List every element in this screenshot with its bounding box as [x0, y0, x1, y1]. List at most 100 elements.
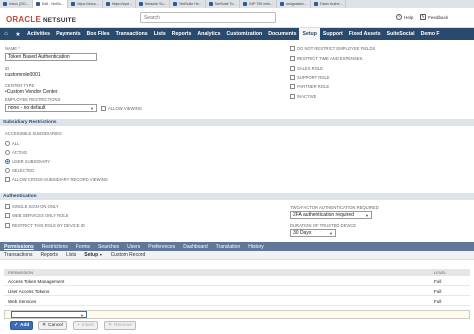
record-subtabs: Permissions Restrictions Forms Searches … [0, 242, 474, 251]
nav-suitesocial[interactable]: SuiteSocial [384, 28, 418, 40]
id-label: ID [5, 66, 10, 71]
nav-analytics[interactable]: Analytics [194, 28, 223, 40]
restrict-role-by-device-checkbox[interactable]: RESTRICT THIS ROLE BY DEVICE ID [5, 223, 85, 228]
favicon-icon [35, 2, 40, 6]
browser-tab[interactable]: NetSuite To... [206, 0, 241, 8]
nav-activities[interactable]: Activities [24, 28, 53, 40]
tab-transactions[interactable]: Transactions [0, 252, 36, 258]
do-not-restrict-employee-fields-checkbox[interactable]: DO NOT RESTRICT EMPLOYEE FIELDS [290, 46, 375, 51]
browser-tab[interactable]: Edit - NetSu... [32, 0, 69, 8]
browser-tab[interactable]: Netsuite Su... [136, 0, 171, 8]
nav-support[interactable]: Support [320, 28, 346, 40]
table-row[interactable]: User Access Tokens Full [4, 287, 470, 296]
subsidiary-option-selected[interactable]: SELECTED [5, 168, 34, 173]
subsidiary-option-user-subsidiary[interactable]: USER SUBSIDIARY [5, 159, 50, 164]
tab-dashboard[interactable]: Dashboard [179, 244, 211, 250]
subsidiary-option-all[interactable]: ALL [5, 141, 19, 146]
id-value: customrole0001 [5, 72, 41, 78]
column-header-level: LEVEL [434, 270, 447, 275]
browser-tab[interactable]: resignation... [277, 0, 311, 8]
tab-forms[interactable]: Forms [72, 244, 94, 250]
nav-documents[interactable]: Documents [265, 28, 299, 40]
nav-customization[interactable]: Customization [223, 28, 265, 40]
name-label: NAME * [5, 46, 20, 51]
tab-setup[interactable]: Setup ▼ [80, 252, 106, 258]
two-factor-label: TWO-FACTOR AUTHENTICATION REQUIRED [290, 205, 379, 210]
tab-custom-record[interactable]: Custom Record [107, 252, 150, 258]
center-type-value: •Custom Vendor Center [5, 89, 58, 95]
add-button[interactable]: ✓ Add [10, 321, 34, 330]
nav-box-files[interactable]: Box Files [84, 28, 113, 40]
favicon-icon [173, 2, 178, 6]
remove-button[interactable]: ✕ Remove [104, 321, 136, 330]
tab-lists[interactable]: Lists [62, 252, 80, 258]
restrict-time-expenses-checkbox[interactable]: RESTRICT TIME AND EXPENSES [290, 56, 362, 61]
employee-restrictions-select[interactable]: none - no default ▼ [5, 104, 97, 112]
tab-preferences[interactable]: Preferences [144, 244, 179, 250]
allow-cross-subsidiary-checkbox[interactable]: ALLOW CROSS-SUBSIDIARY RECORD VIEWING [5, 177, 108, 182]
check-icon: ✓ [14, 323, 19, 328]
browser-tab[interactable]: INP 759 nets... [240, 0, 278, 8]
web-services-only-role-checkbox[interactable]: WEB SERVICES ONLY ROLE [5, 213, 69, 218]
close-icon: ✕ [42, 323, 47, 328]
nav-fixed-assets[interactable]: Fixed Assets [346, 28, 384, 40]
global-search-input[interactable] [140, 12, 276, 23]
cancel-button[interactable]: ✕ Cancel [38, 321, 67, 330]
favicon-icon [105, 2, 110, 6]
browser-tab[interactable]: https://docs... [68, 0, 103, 8]
employee-restrictions-label: EMPLOYEE RESTRICTIONS [5, 97, 61, 102]
browser-tab[interactable]: Token Authe... [311, 0, 347, 8]
permission-select[interactable]: ▼ [11, 311, 87, 318]
support-role-checkbox[interactable]: SUPPORT ROLE [290, 75, 330, 80]
tab-restrictions[interactable]: Restrictions [38, 244, 72, 250]
table-row[interactable]: Access Token Management Full [4, 277, 470, 286]
subsidiary-option-active[interactable]: ACTIVE [5, 150, 27, 155]
tab-searches[interactable]: Searches [94, 244, 123, 250]
feedback-icon: ✎ [420, 14, 426, 20]
favicon-icon [313, 2, 318, 6]
accessible-subsidiaries-label: ACCESSIBLE SUBSIDIARIES [5, 131, 62, 136]
browser-tab[interactable]: Inbox (201... [0, 0, 33, 8]
home-icon[interactable]: ⌂ [0, 31, 12, 37]
favicon-icon [138, 2, 143, 6]
main-nav-bar: ⌂ ★ Activities Payments Box Files Transa… [0, 28, 474, 40]
nav-setup[interactable]: Setup [299, 28, 320, 40]
allow-viewing-checkbox[interactable]: ALLOW VIEWING [101, 106, 142, 111]
tab-permissions[interactable]: Permissions [0, 244, 38, 250]
feedback-link[interactable]: ✎ Feedback [420, 14, 448, 20]
two-factor-select[interactable]: 2FA authentication required ▼ [290, 211, 372, 219]
help-icon: ? [396, 14, 402, 20]
browser-tab[interactable]: NetSuite He... [170, 0, 206, 8]
star-icon[interactable]: ★ [12, 31, 24, 38]
checkbox-box [101, 106, 106, 111]
partner-role-checkbox[interactable]: PARTNER ROLE [290, 84, 329, 89]
browser-tab[interactable]: https://syst... [103, 0, 136, 8]
duration-trusted-device-select[interactable]: 30 Days ▼ [290, 229, 336, 237]
nav-reports[interactable]: Reports [169, 28, 195, 40]
nav-demo[interactable]: Demo F [418, 28, 443, 40]
nav-transactions[interactable]: Transactions [113, 28, 151, 40]
tab-users[interactable]: Users [123, 244, 144, 250]
minus-icon: ✕ [108, 323, 113, 328]
authentication-section[interactable]: Authentication [0, 193, 474, 200]
favicon-icon [208, 2, 213, 6]
nav-lists[interactable]: Lists [151, 28, 169, 40]
chevron-down-icon: ▼ [98, 253, 103, 257]
permission-subtabs: Transactions Reports Lists Setup ▼ Custo… [0, 251, 474, 260]
tab-translation[interactable]: Translation [212, 244, 245, 250]
tab-reports[interactable]: Reports [36, 252, 62, 258]
help-link[interactable]: ? Help [396, 14, 413, 20]
table-row[interactable]: Web Services Full [4, 297, 470, 306]
favicon-icon [71, 2, 76, 6]
sales-role-checkbox[interactable]: SALES ROLE [290, 66, 323, 71]
inactive-checkbox[interactable]: INACTIVE [290, 94, 316, 99]
nav-payments[interactable]: Payments [53, 28, 84, 40]
chevron-down-icon: ▼ [90, 106, 94, 111]
netsuite-logo[interactable]: ORACLE NETSUITE [6, 15, 76, 24]
name-field[interactable] [5, 53, 97, 61]
tab-history[interactable]: History [244, 244, 268, 250]
plus-icon: + [77, 323, 80, 328]
insert-button[interactable]: + Insert [73, 321, 98, 330]
single-sign-on-only-checkbox[interactable]: SINGLE SIGN-ON ONLY [5, 204, 59, 209]
subsidiary-restrictions-section[interactable]: Subsidiary Restrictions [0, 119, 474, 126]
